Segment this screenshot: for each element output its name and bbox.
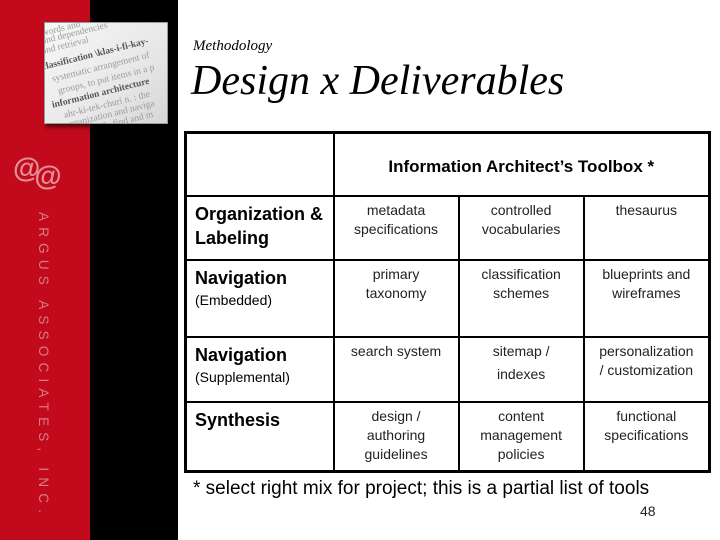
company-name-vertical: ARGUS ASSOCIATES, INC. [36, 212, 51, 520]
tool-cell: functional specifications [582, 401, 711, 473]
table-row: Organization & Labeling metadata specific… [184, 194, 711, 262]
tool-text: controlled [490, 201, 552, 218]
dictionary-photo: words and and dependencies and retrieval… [44, 22, 168, 124]
tool-cell: classification schemes [457, 259, 585, 338]
row-label-cell: Synthesis [184, 401, 335, 473]
table-row: Navigation (Supplemental) search system s… [184, 335, 711, 404]
tool-cell: sitemap / indexes [457, 335, 585, 404]
tool-text: primary [372, 266, 420, 283]
tool-text: vocabularies [481, 220, 561, 237]
tool-cell: design / authoring guidelines [332, 401, 460, 473]
tool-text: metadata [366, 201, 426, 218]
tool-text: sitemap / [492, 342, 550, 359]
tool-text: functional [616, 408, 677, 425]
page-number: 48 [640, 503, 656, 519]
row-label: Organization & Labeling [195, 203, 324, 248]
tool-cell: personalization / customization [582, 335, 711, 404]
tool-text: specifications [604, 427, 689, 444]
table-heading: Information Architect’s Toolbox * [332, 131, 711, 197]
tool-text: taxonomy [365, 285, 427, 302]
tool-text: wireframes [612, 285, 681, 302]
table-row: Navigation (Embedded) primary taxonomy cla… [184, 259, 711, 338]
tool-cell: content management policies [457, 401, 585, 473]
tool-text: indexes [496, 365, 546, 382]
row-sublabel: (Supplemental) [195, 368, 290, 385]
at-symbol: @ [34, 160, 61, 191]
at-symbol: @ [13, 152, 40, 183]
row-label-cell: Organization & Labeling [184, 194, 335, 262]
table-header-row: Information Architect’s Toolbox * [184, 131, 711, 197]
toolbox-table: Information Architect’s Toolbox * Organi… [184, 131, 711, 473]
tool-text: schemes [493, 285, 550, 302]
row-label: Navigation [195, 268, 288, 289]
tool-cell: metadata specifications [332, 194, 460, 262]
slide-subtitle: Methodology [193, 38, 273, 54]
at-logo-icon: @@ [13, 152, 62, 191]
tool-text: search system [350, 342, 442, 359]
tool-text: content [498, 408, 545, 425]
tool-text: specifications [354, 220, 439, 237]
row-label-cell: Navigation (Embedded) [184, 259, 335, 338]
tool-cell: search system [332, 335, 460, 404]
row-label: Navigation [195, 344, 288, 365]
footnote: * select right mix for project; this is … [193, 478, 650, 499]
tool-text: classification [481, 266, 561, 283]
tool-text: / customization [599, 361, 693, 378]
tool-text: blueprints and [602, 266, 691, 283]
tool-cell: primary taxonomy [332, 259, 460, 338]
row-label: Synthesis [195, 410, 281, 431]
tool-cell: thesaurus [582, 194, 711, 262]
tool-cell: blueprints and wireframes [582, 259, 711, 338]
row-label-cell: Navigation (Supplemental) [184, 335, 335, 404]
tool-text: authoring [366, 427, 426, 444]
tool-text: thesaurus [615, 201, 678, 218]
tool-text: policies [497, 446, 545, 463]
tool-text: management [480, 427, 562, 444]
empty-corner-cell [184, 131, 335, 197]
table-row: Synthesis design / authoring guidelines co… [184, 401, 711, 473]
tool-cell: controlled vocabularies [457, 194, 585, 262]
row-sublabel: (Embedded) [195, 292, 273, 309]
tool-text: personalization [599, 342, 694, 359]
tool-text: design / [371, 408, 421, 425]
tool-text: guidelines [364, 446, 428, 463]
slide-title: Design x Deliverables [191, 58, 565, 104]
